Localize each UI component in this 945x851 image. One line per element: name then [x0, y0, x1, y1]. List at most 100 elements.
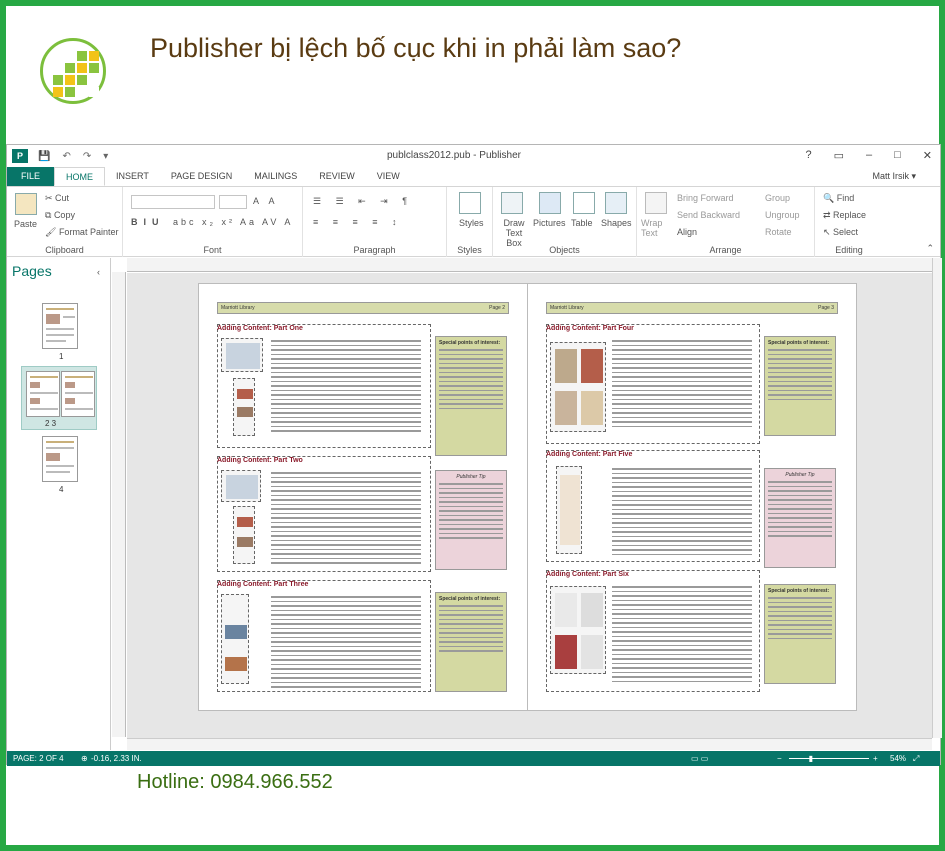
customize-quick-access-icon[interactable]: ▾	[103, 151, 108, 162]
sidebar-title: Publisher Tip	[456, 474, 486, 480]
brochure-image[interactable]	[221, 594, 249, 684]
sidebar-green[interactable]: Special points of interest:	[764, 336, 836, 436]
tab-view[interactable]: VIEW	[366, 167, 411, 186]
view-mode-icons[interactable]: ▭ ▭	[691, 751, 708, 766]
brochure-image[interactable]	[550, 342, 606, 432]
cut-button[interactable]: ✂ Cut	[45, 193, 69, 204]
brochure-image[interactable]	[233, 378, 255, 436]
header-library: Marriott Library	[221, 305, 255, 311]
save-icon[interactable]: 💾	[38, 151, 50, 162]
page-thumbnail-3[interactable]	[61, 371, 95, 417]
tab-page-design[interactable]: PAGE DESIGN	[160, 167, 243, 186]
maximize-button[interactable]: □	[894, 149, 901, 162]
list-buttons[interactable]: ☰ ☰ ⇤ ⇥ ¶	[313, 196, 413, 207]
tab-insert[interactable]: INSERT	[105, 167, 160, 186]
sidebar-green[interactable]: Special points of interest:	[435, 592, 507, 692]
sidebar-tip[interactable]: Publisher Tip	[435, 470, 507, 570]
help-button[interactable]: ?	[805, 149, 811, 162]
zoom-in-button[interactable]: +	[873, 751, 878, 766]
fit-page-icon[interactable]: ⤢	[913, 751, 919, 766]
sidebar-green[interactable]: Special points of interest:	[764, 584, 836, 684]
vertical-scrollbar[interactable]	[932, 258, 942, 738]
status-bar: PAGE: 2 OF 4 ⊕ -0.16, 2.33 IN. ▭ ▭ − ▮ +…	[7, 751, 940, 766]
section-title: Adding Content: Part Five	[546, 451, 633, 458]
user-account[interactable]: Matt Irsik ▾	[872, 171, 916, 182]
cursor-position-icon: ⊕	[81, 754, 88, 763]
page-indicator[interactable]: PAGE: 2 OF 4	[13, 751, 64, 766]
page-header[interactable]: Marriott Library Page 3	[546, 302, 838, 314]
ungroup-button[interactable]: Ungroup	[765, 210, 800, 220]
font-style-buttons[interactable]: BIU	[131, 217, 165, 227]
undo-icon[interactable]: ↶	[62, 151, 70, 162]
styles-button[interactable]: Styles	[459, 218, 484, 228]
select-label: Select	[833, 227, 859, 237]
tab-home[interactable]: HOME	[54, 167, 106, 186]
zoom-slider-thumb[interactable]: ▮	[809, 751, 813, 766]
table-button[interactable]: Table	[571, 218, 593, 228]
replace-button[interactable]: ⇄ Replace	[823, 210, 866, 221]
font-grow-shrink-buttons[interactable]: A A	[253, 196, 279, 206]
bring-forward-button[interactable]: Bring Forward	[677, 193, 734, 203]
article-title: Publisher bị lệch bố cục khi in phải làm…	[150, 33, 682, 63]
tab-mailings[interactable]: MAILINGS	[243, 167, 308, 186]
brochure-image[interactable]	[550, 586, 606, 674]
font-name-select[interactable]	[131, 195, 215, 209]
font-size-select[interactable]	[219, 195, 247, 209]
ribbon-display-button[interactable]: ▭	[834, 149, 844, 162]
publisher-window: P 💾 ↶ ↷ ▾ publclass2012.pub - Publisher …	[6, 144, 942, 766]
shapes-button[interactable]: Shapes	[601, 218, 632, 228]
redo-icon[interactable]: ↷	[83, 151, 91, 162]
document-canvas[interactable]: Marriott Library Page 2 Adding Content: …	[127, 273, 932, 738]
minimize-button[interactable]: –	[866, 149, 872, 162]
close-button[interactable]: ✕	[923, 149, 932, 162]
vertical-ruler[interactable]	[112, 272, 126, 737]
sidebar-tip[interactable]: Publisher Tip	[764, 468, 836, 568]
group-button[interactable]: Group	[765, 193, 790, 203]
page-thumbnail-2[interactable]	[26, 371, 60, 417]
horizontal-ruler[interactable]	[127, 258, 932, 272]
rotate-button[interactable]: Rotate	[765, 227, 792, 237]
page-header[interactable]: Marriott Library Page 2	[217, 302, 509, 314]
text-box-icon[interactable]	[501, 192, 523, 214]
select-button[interactable]: ↖ Select	[823, 227, 858, 238]
format-painter-button[interactable]: 🖌 Format Painter	[45, 227, 118, 238]
font-group-label: Font	[203, 245, 222, 255]
zoom-out-button[interactable]: −	[777, 751, 782, 766]
draw-text-box-button[interactable]: Draw Text Box	[497, 218, 531, 248]
screenshot-image[interactable]	[221, 338, 263, 372]
brochure-image[interactable]	[556, 466, 582, 554]
sidebar-green[interactable]: Special points of interest:	[435, 336, 507, 456]
collapse-ribbon-icon[interactable]: ⌃	[926, 243, 934, 254]
shapes-icon[interactable]	[605, 192, 627, 214]
page-thumbnail-1[interactable]	[42, 303, 78, 349]
collapse-pages-panel-icon[interactable]: ‹	[97, 267, 100, 277]
sidebar-title: Special points of interest:	[768, 588, 830, 594]
styles-icon[interactable]	[459, 192, 481, 214]
copy-button[interactable]: ⧉ Copy	[45, 210, 75, 221]
wrap-text-button[interactable]: Wrap Text	[641, 218, 673, 238]
paste-icon[interactable]	[15, 193, 37, 215]
section-text	[271, 472, 421, 567]
brochure-image[interactable]	[233, 506, 255, 564]
page-3[interactable]: Marriott Library Page 3 Adding Content: …	[527, 283, 857, 711]
tab-review[interactable]: REVIEW	[308, 167, 366, 186]
alignment-buttons[interactable]: ≡ ≡ ≡ ≡ ↕	[313, 217, 403, 227]
horizontal-scrollbar[interactable]	[127, 738, 932, 750]
font-effects-buttons[interactable]: abc x₂ x² Aa AV A	[173, 217, 293, 227]
tab-file[interactable]: FILE	[7, 167, 55, 186]
pictures-button[interactable]: Pictures	[533, 218, 566, 228]
align-button[interactable]: Align	[677, 227, 697, 237]
zoom-slider[interactable]	[789, 758, 869, 759]
table-icon[interactable]	[573, 192, 595, 214]
wrap-text-icon[interactable]	[645, 192, 667, 214]
publisher-icon[interactable]: P	[12, 149, 28, 163]
send-backward-button[interactable]: Send Backward	[677, 210, 740, 220]
page-thumbnail-4[interactable]	[42, 436, 78, 482]
find-button[interactable]: 🔍 Find	[823, 193, 854, 204]
screenshot-image[interactable]	[221, 470, 261, 502]
styles-group: Styles Styles	[447, 187, 493, 257]
pictures-icon[interactable]	[539, 192, 561, 214]
paste-button[interactable]: Paste	[14, 219, 37, 229]
objects-group-label: Objects	[549, 245, 580, 255]
page-2[interactable]: Marriott Library Page 2 Adding Content: …	[198, 283, 528, 711]
